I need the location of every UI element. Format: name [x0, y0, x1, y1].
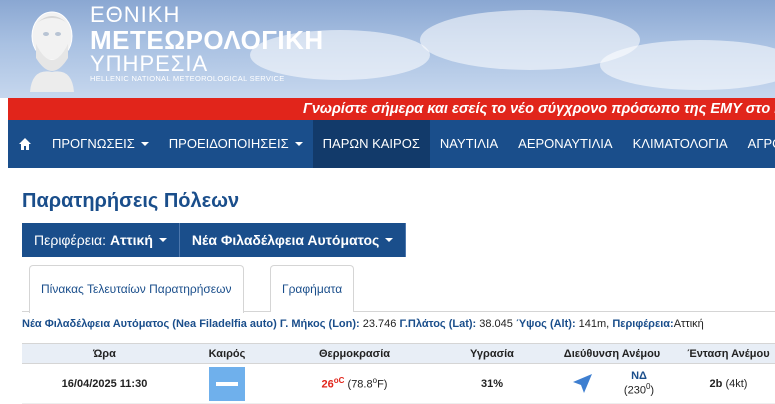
table-row: 16/04/2025 11:30 26oC (78.8oF) 31% ΝΔ (2…	[22, 363, 775, 404]
page-title: Παρατηρήσεις Πόλεων	[22, 190, 240, 212]
header-weather: Καιρός	[187, 343, 267, 364]
wind-direction-name: ΝΔ	[631, 370, 647, 383]
nav-agro-label: ΑΓΡΟΤΙ	[747, 136, 775, 151]
tab-charts-label: Γραφήματα	[282, 282, 343, 296]
cell-wind-direction: ΝΔ (2300)	[542, 363, 682, 404]
logo-line-3: ΥΠΗΡΕΣΙΑ	[90, 51, 209, 76]
temp-celsius-unit: oC	[333, 376, 345, 386]
caret-down-icon	[140, 142, 149, 146]
nav-climatology[interactable]: ΚΛΙΜΑΤΟΛΟΓΙΑ	[623, 120, 738, 168]
announcement-bar[interactable]: Γνωρίστε σήμερα και εσείς το νέο σύγχρον…	[8, 98, 775, 120]
cell-time: 16/04/2025 11:30	[22, 363, 187, 404]
logo-line-4: HELLENIC NATIONAL METEOROLOGICAL SERVICE	[90, 74, 285, 83]
wind-degrees: (230	[623, 384, 646, 397]
nav-marine-label: ΝΑΥΤΙΛΙΑ	[439, 136, 499, 151]
haze-weather-icon	[209, 366, 245, 401]
nav-agro[interactable]: ΑΓΡΟΤΙ	[738, 120, 775, 168]
nav-warnings[interactable]: ΠΡΟΕΙΔΟΠΟΙΗΣΕΙΣ	[159, 120, 313, 168]
site-header: ΕΘΝΙΚΗ ΜΕΤΕΩΡΟΛΟΓΙΚΗ ΥΠΗΡΕΣΙΑ HELLENIC N…	[0, 0, 775, 98]
temp-celsius: 26	[321, 378, 334, 391]
cell-humidity: 31%	[442, 363, 542, 404]
cell-wind-speed: 2b (4kt)	[682, 363, 775, 404]
tab-latest-observations-label: Πίνακας Τελευταίων Παρατηρήσεων	[41, 282, 232, 296]
aristotle-bust-logo[interactable]	[22, 6, 82, 92]
station-info: Νέα Φιλαδέλφεια Αυτόματος (Nea Filadelfi…	[22, 318, 704, 330]
nav-aviation-label: ΑΕΡΟΝΑΥΤΙΛΙΑ	[518, 136, 613, 151]
home-icon	[19, 138, 31, 150]
view-tabs: Πίνακας Τελευταίων Παρατηρήσεων Γραφήματ…	[22, 262, 775, 313]
nav-marine[interactable]: ΝΑΥΤΙΛΙΑ	[430, 120, 508, 168]
alt-value: 141m,	[575, 318, 610, 330]
lon-value: 23.746	[359, 318, 397, 330]
caret-down-icon	[385, 238, 394, 242]
table-header-row: Ώρα Καιρός Θερμοκρασία Υγρασία Διεύθυνση…	[22, 343, 775, 364]
temp-fahrenheit-end: F)	[377, 378, 388, 391]
observations-table: Ώρα Καιρός Θερμοκρασία Υγρασία Διεύθυνση…	[22, 343, 775, 404]
header-time: Ώρα	[22, 343, 187, 364]
station-name: Νέα Φιλαδέλφεια Αυτόματος (Nea Filadelfi…	[22, 318, 277, 330]
nav-warnings-label: ΠΡΟΕΙΔΟΠΟΙΗΣΕΙΣ	[168, 136, 289, 151]
region-selector-bar: Περιφέρεια: Αττική Νέα Φιλαδέλφεια Αυτόμ…	[22, 223, 407, 257]
lat-value: 38.045	[476, 318, 513, 330]
site-logo-text[interactable]: ΕΘΝΙΚΗ ΜΕΤΕΩΡΟΛΟΓΙΚΗ ΥΠΗΡΕΣΙΑ HELLENIC N…	[90, 4, 324, 84]
station-dropdown[interactable]: Νέα Φιλαδέλφεια Αυτόματος	[179, 223, 407, 257]
nav-aviation[interactable]: ΑΕΡΟΝΑΥΤΙΛΙΑ	[508, 120, 622, 168]
nav-climatology-label: ΚΛΙΜΑΤΟΛΟΓΙΑ	[632, 136, 728, 151]
wind-degrees-end: )	[650, 384, 655, 397]
region-value: Αττική	[110, 232, 153, 248]
nav-forecasts[interactable]: ΠΡΟΓΝΩΣΕΙΣ	[42, 120, 159, 168]
nav-forecasts-label: ΠΡΟΓΝΩΣΕΙΣ	[52, 136, 135, 151]
station-value: Νέα Φιλαδέλφεια Αυτόματος	[191, 232, 380, 248]
region-dropdown[interactable]: Περιφέρεια: Αττική	[22, 223, 180, 257]
cell-temperature: 26oC (78.8oF)	[267, 363, 442, 404]
lat-label: Γ.Πλάτος (Lat):	[399, 318, 477, 330]
logo-line-2: ΜΕΤΕΩΡΟΛΟΓΙΚΗ	[90, 25, 324, 55]
cell-weather	[187, 363, 267, 404]
main-nav: ΠΡΟΓΝΩΣΕΙΣ ΠΡΟΕΙΔΟΠΟΙΗΣΕΙΣ ΠΑΡΩΝ ΚΑΙΡΟΣ …	[8, 120, 775, 168]
nav-current-weather-label: ΠΑΡΩΝ ΚΑΙΡΟΣ	[322, 136, 420, 151]
wind-knots: (4kt)	[722, 377, 748, 390]
header-wind-direction: Διεύθυνση Ανέμου	[542, 343, 682, 364]
tab-latest-observations[interactable]: Πίνακας Τελευταίων Παρατηρήσεων	[29, 265, 244, 313]
header-humidity: Υγρασία	[442, 343, 542, 364]
region-prefix: Περιφέρεια:	[34, 232, 107, 248]
tab-charts[interactable]: Γραφήματα	[270, 265, 355, 312]
lon-label: Γ. Μήκος (Lon):	[279, 318, 360, 330]
caret-down-icon	[294, 142, 303, 146]
logo-line-1: ΕΘΝΙΚΗ	[90, 2, 181, 27]
header-wind-speed: Ένταση Ανέμου	[682, 343, 775, 364]
wind-beaufort: 2b	[709, 377, 723, 390]
region-label: Περιφέρεια:	[612, 318, 674, 330]
temp-fahrenheit: (78.8	[344, 378, 373, 391]
announcement-text[interactable]: Γνωρίστε σήμερα και εσείς το νέο σύγχρον…	[303, 98, 775, 120]
wind-arrow-icon	[572, 373, 592, 393]
cloud-decoration	[600, 40, 775, 90]
alt-label: Ύψος (Alt):	[515, 318, 576, 330]
region-info-value: Αττική	[673, 318, 704, 330]
header-temperature: Θερμοκρασία	[267, 343, 442, 364]
caret-down-icon	[158, 238, 167, 242]
nav-current-weather[interactable]: ΠΑΡΩΝ ΚΑΙΡΟΣ	[312, 120, 430, 168]
nav-home[interactable]	[8, 120, 42, 168]
